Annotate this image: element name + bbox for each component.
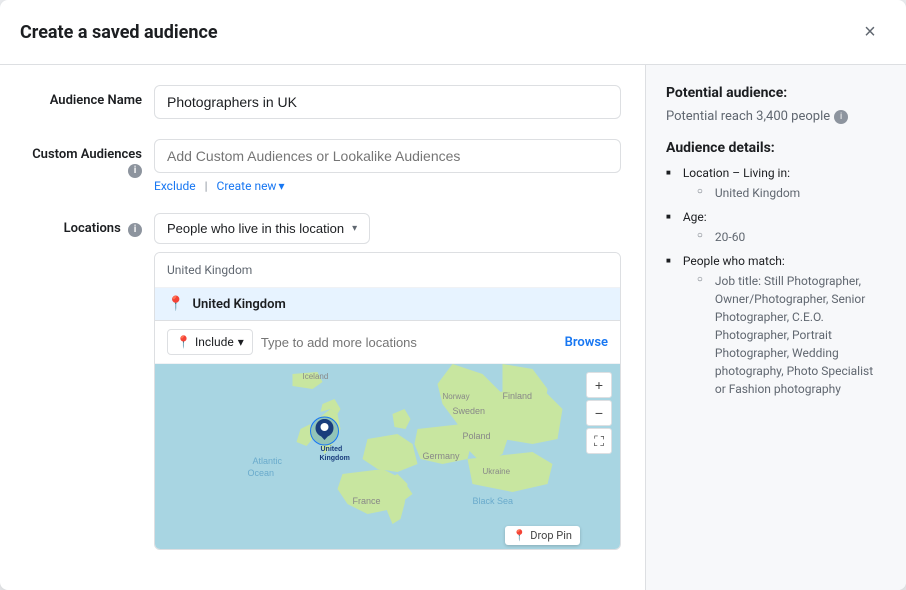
custom-audiences-label: Custom Audiences i bbox=[24, 139, 154, 178]
location-type-dropdown[interactable]: People who live in this location ▾ bbox=[154, 213, 370, 244]
reach-info-icon[interactable]: i bbox=[834, 110, 848, 124]
form-section: Audience Name Custom Audiences i Exclude… bbox=[0, 65, 646, 590]
sub-item-job-title: Job title: Still Photographer, Owner/Pho… bbox=[697, 272, 886, 398]
location-item: 📍 United Kingdom bbox=[155, 288, 620, 321]
map-zoom-in-button[interactable]: + bbox=[586, 372, 612, 398]
map-controls: + − ⛶ bbox=[586, 372, 612, 454]
divider: | bbox=[205, 179, 208, 193]
custom-audiences-input[interactable] bbox=[154, 139, 621, 173]
svg-text:Iceland: Iceland bbox=[303, 372, 329, 381]
locations-row: Locations i People who live in this loca… bbox=[24, 213, 621, 550]
include-row: 📍 Include ▾ Browse bbox=[155, 321, 620, 364]
svg-text:Black Sea: Black Sea bbox=[473, 496, 514, 506]
modal-title: Create a saved audience bbox=[20, 22, 218, 43]
detail-age-label: Age: bbox=[683, 210, 707, 224]
create-saved-audience-modal: Create a saved audience × Audience Name … bbox=[0, 0, 906, 590]
locations-wrap: People who live in this location ▾ Unite… bbox=[154, 213, 621, 550]
close-button[interactable]: × bbox=[854, 16, 886, 48]
svg-text:United: United bbox=[321, 446, 343, 453]
svg-text:Ocean: Ocean bbox=[248, 468, 275, 478]
create-new-arrow-icon: ▾ bbox=[278, 179, 284, 193]
svg-text:Norway: Norway bbox=[443, 392, 470, 401]
map-svg: Atlantic Ocean Black Sea Sweden Finland … bbox=[155, 364, 620, 549]
svg-text:Germany: Germany bbox=[423, 451, 461, 461]
detail-people-label: People who match: bbox=[683, 254, 785, 268]
potential-audience-title: Potential audience: bbox=[666, 85, 886, 101]
svg-text:Atlantic: Atlantic bbox=[253, 456, 283, 466]
include-pin-icon: 📍 bbox=[176, 335, 191, 349]
audience-name-input[interactable] bbox=[154, 85, 621, 119]
audience-details-list: Location – Living in: United Kingdom Age… bbox=[666, 164, 886, 398]
modal-body: Audience Name Custom Audiences i Exclude… bbox=[0, 65, 906, 590]
potential-reach: Potential reach 3,400 people i bbox=[666, 109, 886, 124]
custom-audiences-row: Custom Audiences i Exclude | Create new … bbox=[24, 139, 621, 193]
detail-item-people: People who match: Job title: Still Photo… bbox=[666, 252, 886, 398]
detail-people-sub: Job title: Still Photographer, Owner/Pho… bbox=[683, 272, 886, 398]
audience-name-wrap bbox=[154, 85, 621, 119]
drop-pin-icon: 📍 bbox=[513, 529, 527, 542]
detail-item-location: Location – Living in: United Kingdom bbox=[666, 164, 886, 202]
map-container: Atlantic Ocean Black Sea Sweden Finland … bbox=[155, 364, 620, 549]
audience-name-label: Audience Name bbox=[24, 85, 154, 108]
location-header: United Kingdom bbox=[155, 253, 620, 288]
sub-item-uk: United Kingdom bbox=[697, 184, 800, 202]
audience-details-title: Audience details: bbox=[666, 140, 886, 156]
include-dropdown[interactable]: 📍 Include ▾ bbox=[167, 329, 253, 355]
detail-item-age: Age: 20-60 bbox=[666, 208, 886, 246]
sub-item-age-range: 20-60 bbox=[697, 228, 745, 246]
svg-text:Sweden: Sweden bbox=[453, 406, 486, 416]
include-label: Include bbox=[195, 335, 234, 349]
location-item-name: United Kingdom bbox=[192, 297, 285, 312]
drop-pin-area[interactable]: 📍 Drop Pin bbox=[505, 526, 580, 545]
detail-location-label: Location – Living in: bbox=[683, 166, 790, 180]
svg-text:France: France bbox=[353, 496, 381, 506]
drop-pin-label: Drop Pin bbox=[530, 529, 572, 542]
detail-age-sub: 20-60 bbox=[683, 228, 745, 246]
location-type-label: People who live in this location bbox=[167, 221, 344, 236]
map-zoom-out-button[interactable]: − bbox=[586, 400, 612, 426]
dropdown-arrow-icon: ▾ bbox=[352, 223, 357, 234]
custom-audiences-wrap: Exclude | Create new ▾ bbox=[154, 139, 621, 193]
include-arrow-icon: ▾ bbox=[238, 335, 244, 349]
svg-text:Kingdom: Kingdom bbox=[320, 455, 350, 462]
modal-header: Create a saved audience × bbox=[0, 0, 906, 65]
detail-location-sub: United Kingdom bbox=[683, 184, 800, 202]
locations-label: Locations i bbox=[24, 213, 154, 237]
location-box: United Kingdom 📍 United Kingdom 📍 Includ… bbox=[154, 252, 621, 550]
browse-button[interactable]: Browse bbox=[565, 335, 608, 350]
svg-text:Finland: Finland bbox=[503, 391, 533, 401]
add-locations-input[interactable] bbox=[261, 335, 565, 350]
exclude-create-row: Exclude | Create new ▾ bbox=[154, 179, 621, 193]
custom-audiences-info-icon[interactable]: i bbox=[128, 164, 142, 178]
svg-text:Poland: Poland bbox=[463, 431, 491, 441]
create-new-link[interactable]: Create new ▾ bbox=[217, 179, 285, 193]
audience-name-row: Audience Name bbox=[24, 85, 621, 119]
audience-sidebar: Potential audience: Potential reach 3,40… bbox=[646, 65, 906, 590]
locations-info-icon[interactable]: i bbox=[128, 223, 142, 237]
exclude-link[interactable]: Exclude bbox=[154, 179, 196, 193]
location-pin-icon: 📍 bbox=[167, 296, 184, 312]
svg-text:Ukraine: Ukraine bbox=[483, 467, 511, 476]
map-fullscreen-button[interactable]: ⛶ bbox=[586, 428, 612, 454]
reach-text: Potential reach 3,400 people bbox=[666, 109, 830, 124]
